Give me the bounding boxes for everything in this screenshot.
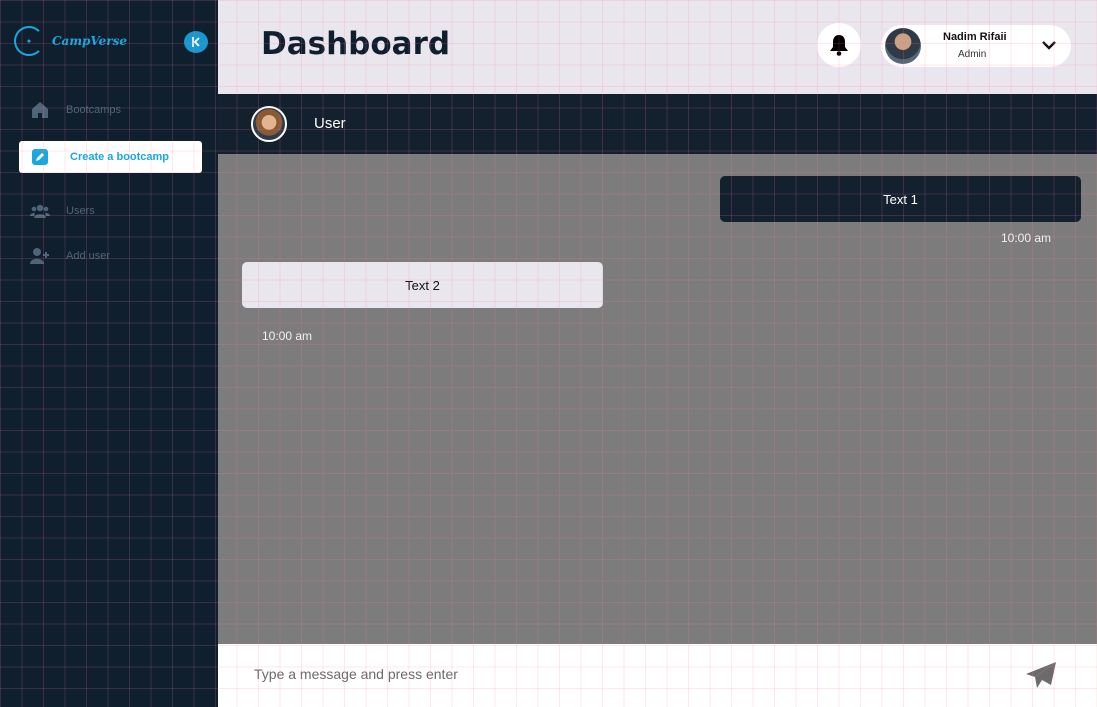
- chat-header: User: [218, 94, 1097, 154]
- sidebar-item-bootcamps[interactable]: Bootcamps: [19, 94, 202, 126]
- message-time: 10:00 am: [1001, 231, 1052, 245]
- avatar: [885, 28, 921, 64]
- contact-avatar[interactable]: [251, 106, 287, 142]
- send-icon: [1026, 662, 1056, 688]
- notifications-button[interactable]: [817, 23, 861, 67]
- user-profile-menu[interactable]: Nadim Rifaii Admin: [881, 25, 1071, 67]
- sidebar: ✦ CampVerse Bootcamps Create a bootcamp: [4, 0, 218, 707]
- logo-icon: ✦: [14, 26, 44, 56]
- sidebar-item-users[interactable]: Users: [19, 195, 202, 227]
- message-time: 10:00 am: [262, 329, 313, 343]
- message-text: Text 1: [883, 191, 918, 207]
- messages-area[interactable]: Text 1 10:00 am Text 2 10:00 am: [218, 154, 1097, 644]
- message-composer: [218, 644, 1097, 707]
- home-icon: [30, 101, 50, 119]
- send-button[interactable]: [1025, 661, 1059, 691]
- top-header: Dashboard Nadim Rifaii Admin: [218, 0, 1097, 94]
- brand-logo[interactable]: ✦ CampVerse: [14, 26, 127, 56]
- sidebar-item-label: Users: [66, 205, 95, 217]
- message-input[interactable]: [254, 660, 1014, 688]
- sidebar-item-label: Add user: [66, 250, 111, 262]
- add-user-icon: [30, 247, 50, 265]
- profile-name: Nadim Rifaii: [943, 31, 1007, 43]
- page-title: Dashboard: [261, 26, 451, 62]
- sidebar-item-label: Bootcamps: [66, 104, 122, 116]
- brand-name: CampVerse: [52, 34, 127, 48]
- sidebar-item-create-bootcamp[interactable]: Create a bootcamp: [19, 141, 202, 173]
- app-window: ✦ CampVerse Bootcamps Create a bootcamp: [0, 0, 1097, 707]
- message-text: Text 2: [405, 277, 440, 293]
- edit-icon: [30, 148, 50, 166]
- chevron-down-icon: [1042, 41, 1056, 50]
- contact-name[interactable]: User: [314, 115, 346, 132]
- chevron-left-icon: [192, 37, 200, 47]
- sidebar-item-add-user[interactable]: Add user: [19, 240, 202, 272]
- message-bubble-sent: Text 1: [720, 176, 1081, 222]
- message-bubble-received: Text 2: [242, 262, 603, 308]
- profile-role: Admin: [958, 49, 987, 60]
- collapse-sidebar-button[interactable]: [184, 31, 208, 53]
- bell-icon: [830, 35, 848, 56]
- sidebar-item-label: Create a bootcamp: [70, 151, 170, 163]
- users-icon: [30, 202, 50, 220]
